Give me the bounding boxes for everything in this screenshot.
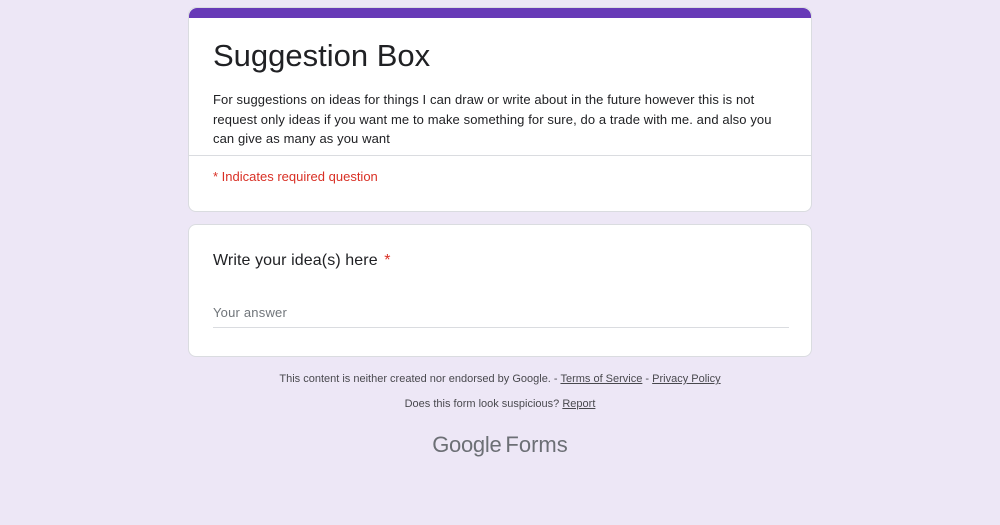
google-logo-text: Google — [432, 432, 502, 457]
privacy-policy-link[interactable]: Privacy Policy — [652, 373, 720, 385]
answer-input[interactable] — [213, 301, 789, 328]
footer-disclaimer: This content is neither created nor endo… — [279, 373, 551, 385]
footer-disclaimer-line: This content is neither created nor endo… — [188, 371, 812, 387]
question-title-text: Write your idea(s) here — [213, 252, 378, 269]
form-container: Suggestion Box For suggestions on ideas … — [188, 7, 812, 458]
footer-separator: - — [642, 373, 653, 385]
forms-logo-text: Forms — [505, 432, 568, 457]
required-asterisk: * — [384, 252, 391, 269]
form-header-card: Suggestion Box For suggestions on ideas … — [188, 7, 812, 212]
footer-suspicious-line: Does this form look suspicious? Report — [188, 396, 812, 412]
question-title: Write your idea(s) here * — [213, 249, 787, 273]
form-description: For suggestions on ideas for things I ca… — [213, 92, 772, 146]
google-forms-logo[interactable]: Google Forms — [188, 432, 812, 458]
suspicious-text: Does this form look suspicious? — [404, 398, 560, 410]
form-title: Suggestion Box — [213, 38, 431, 73]
terms-of-service-link[interactable]: Terms of Service — [560, 373, 642, 385]
header-accent-bar — [189, 8, 811, 18]
header-body: Suggestion Box For suggestions on ideas … — [189, 18, 811, 156]
question-card: Write your idea(s) here * — [188, 224, 812, 357]
footer: This content is neither created nor endo… — [188, 371, 812, 412]
report-link[interactable]: Report — [562, 398, 595, 410]
required-question-note: * Indicates required question — [213, 169, 378, 184]
